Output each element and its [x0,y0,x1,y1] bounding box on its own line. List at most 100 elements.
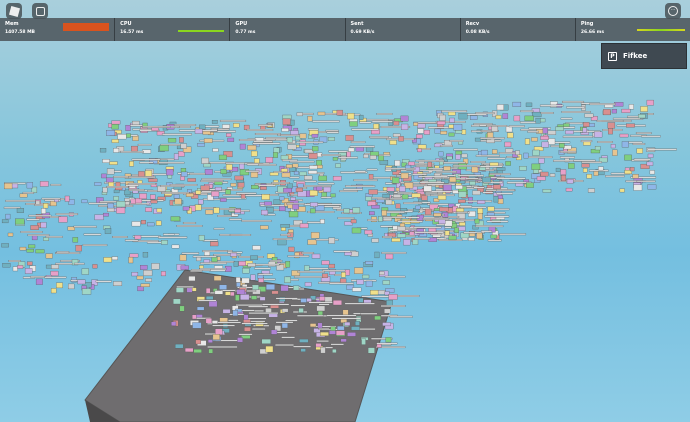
block [453,148,478,151]
block [260,225,269,230]
block [335,163,341,168]
block [5,199,36,202]
stat-recv[interactable]: Recv 0.08 KB/s [461,18,576,41]
block [261,209,269,216]
block [504,141,512,148]
block [594,131,603,138]
block [83,233,102,236]
block [559,143,565,148]
more-options-button[interactable]: ··· [665,3,681,19]
block [307,239,317,245]
block [283,187,292,193]
block [386,299,393,307]
block [247,317,267,320]
block [598,166,604,171]
roblox-logo-icon [8,5,20,17]
block [531,163,541,170]
block [612,149,618,156]
block [587,188,595,193]
block [247,263,256,267]
block [335,330,345,336]
block [73,262,85,265]
block [299,338,309,343]
block [300,298,307,303]
block [373,123,379,130]
block [524,115,534,121]
block [4,183,13,190]
block [508,125,525,128]
block [265,137,287,140]
block [646,99,654,106]
block [482,177,491,183]
stat-cpu[interactable]: CPU 16.57 ms [115,18,231,41]
block [145,278,152,282]
block [399,185,406,192]
block [251,185,259,189]
block [612,117,644,120]
block [239,143,246,150]
stat-gpu[interactable]: GPU 0.77 ms [230,18,346,41]
block [271,290,279,295]
block [473,186,485,189]
block [531,137,538,142]
block [368,189,378,195]
stat-sent[interactable]: Sent 0.69 KB/s [346,18,461,41]
block [286,164,293,169]
block [487,157,506,160]
block [188,276,196,282]
roblox-menu-button[interactable] [6,3,22,19]
block [381,251,407,254]
block [275,321,294,324]
block [307,116,313,122]
player-list-entry[interactable]: P Fifkee [601,43,687,69]
block [158,236,188,239]
block [608,128,613,135]
block [573,159,596,162]
block [44,276,67,279]
block [560,117,573,120]
block [200,180,224,182]
block [290,304,306,307]
block [382,216,406,219]
block [412,239,419,245]
more-options-icon: ··· [668,6,678,16]
block [281,172,291,178]
stat-ping[interactable]: Ping 26.66 ms [576,18,690,41]
game-viewport[interactable] [0,0,690,422]
block [304,265,310,271]
block [470,161,486,163]
block [295,187,303,192]
stat-mem[interactable]: Mem 1407.58 MB [0,18,116,41]
block [476,232,483,239]
block [22,191,35,194]
block [309,165,318,170]
block [343,188,363,191]
block [316,186,323,191]
block [207,339,213,343]
block [254,133,281,135]
block [75,245,82,252]
block [232,310,238,317]
block [205,296,214,300]
block [330,193,336,198]
block [113,148,120,153]
block [461,129,467,135]
block [540,112,554,114]
block [247,145,257,151]
block [132,135,139,141]
block [540,135,549,140]
block [306,298,312,302]
block [140,220,146,225]
block [262,303,290,306]
block [455,130,463,134]
block [130,198,136,204]
chat-button[interactable] [32,3,48,19]
block [220,289,238,292]
block [187,178,196,182]
block [220,198,227,202]
block [449,139,464,142]
block [486,212,495,216]
block [382,322,391,327]
block [512,101,522,107]
block [173,153,179,160]
